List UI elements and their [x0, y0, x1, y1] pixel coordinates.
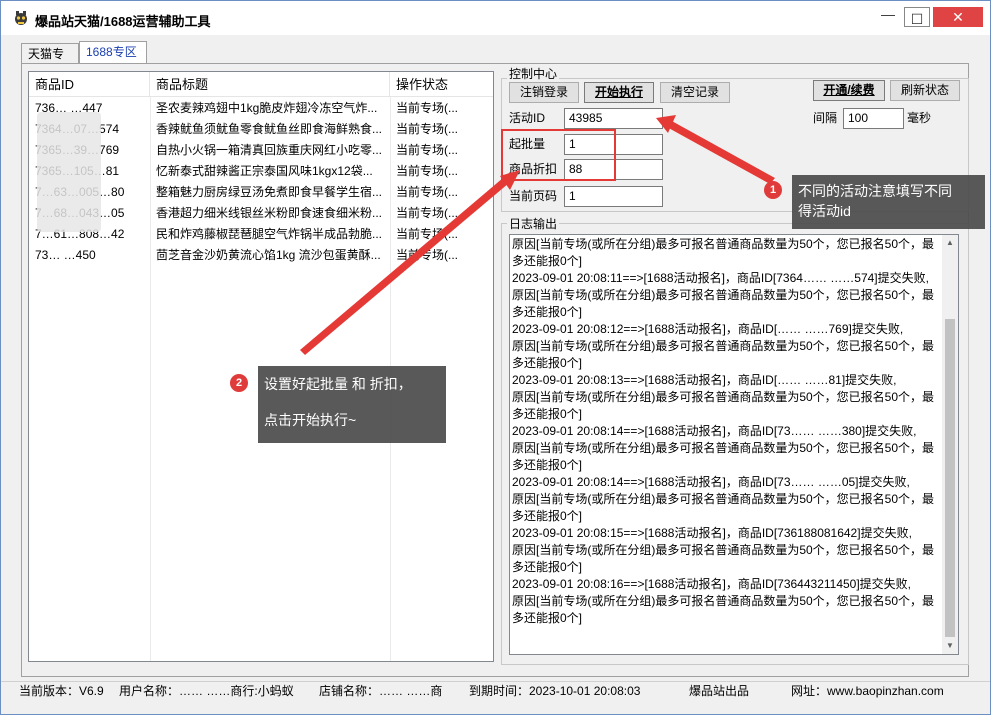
callout-2: 设置好起批量 和 折扣， 点击开始执行~ [258, 366, 446, 443]
step-badge-1: 1 [764, 181, 782, 199]
step-badge-2: 2 [230, 374, 248, 392]
annotation-arrows [300, 115, 775, 355]
arrow-1-shaft [665, 120, 775, 184]
callout-1: 不同的活动注意填写不同 得活动id [792, 175, 985, 229]
callout-1-line1: 不同的活动注意填写不同 [798, 183, 952, 199]
callout-2-line2: 点击开始执行~ [264, 412, 357, 428]
arrow-2-shaft [300, 172, 515, 355]
callout-2-line1: 设置好起批量 和 折扣， [264, 376, 412, 392]
callout-1-line2: 得活动id [798, 203, 851, 219]
